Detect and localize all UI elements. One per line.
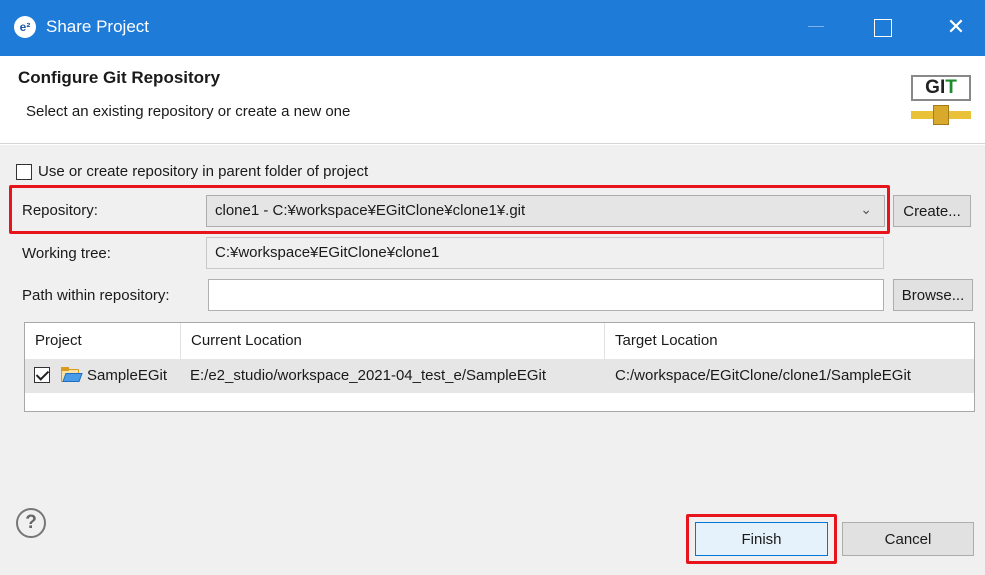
project-table: Project Current Location Target Location… bbox=[24, 322, 975, 412]
title-bar: e² Share Project ✕ bbox=[0, 0, 985, 56]
project-name: SampleEGit bbox=[87, 367, 168, 384]
working-tree-field: C:¥workspace¥EGitClone¥clone1 bbox=[206, 237, 884, 269]
use-parent-label: Use or create repository in parent folde… bbox=[38, 163, 369, 180]
repository-highlight-box bbox=[9, 185, 890, 234]
browse-button[interactable]: Browse... bbox=[893, 279, 973, 311]
target-location: C:/workspace/EGitClone/clone1/SampleEGit bbox=[615, 367, 911, 384]
column-header-project[interactable]: Project bbox=[25, 323, 181, 359]
table-row[interactable]: SampleEGit E:/e2_studio/workspace_2021-0… bbox=[25, 359, 974, 393]
current-location: E:/e2_studio/workspace_2021-04_test_e/Sa… bbox=[190, 367, 547, 384]
git-logo-text: GIT bbox=[911, 75, 971, 101]
column-header-current-location[interactable]: Current Location bbox=[181, 323, 605, 359]
finish-highlight-box bbox=[686, 514, 837, 564]
wizard-banner: Configure Git Repository Select an exist… bbox=[0, 56, 985, 144]
close-icon[interactable]: ✕ bbox=[940, 12, 972, 42]
project-folder-icon bbox=[61, 367, 83, 382]
page-description: Select an existing repository or create … bbox=[26, 103, 351, 120]
path-input[interactable] bbox=[208, 279, 884, 311]
minimize-icon[interactable] bbox=[808, 26, 824, 27]
help-icon[interactable]: ? bbox=[16, 508, 46, 538]
working-tree-label: Working tree: bbox=[22, 245, 111, 262]
window-title: Share Project bbox=[46, 17, 149, 36]
page-title: Configure Git Repository bbox=[18, 68, 221, 87]
create-button[interactable]: Create... bbox=[893, 195, 971, 227]
path-label: Path within repository: bbox=[22, 287, 170, 304]
column-header-target-location[interactable]: Target Location bbox=[605, 323, 974, 359]
git-logo-node bbox=[933, 105, 949, 125]
git-logo: GIT bbox=[911, 75, 971, 131]
maximize-icon[interactable] bbox=[874, 19, 892, 37]
use-parent-checkbox[interactable] bbox=[16, 164, 32, 180]
app-icon: e² bbox=[14, 16, 36, 38]
project-checkbox[interactable] bbox=[34, 367, 50, 383]
cancel-button[interactable]: Cancel bbox=[842, 522, 974, 556]
